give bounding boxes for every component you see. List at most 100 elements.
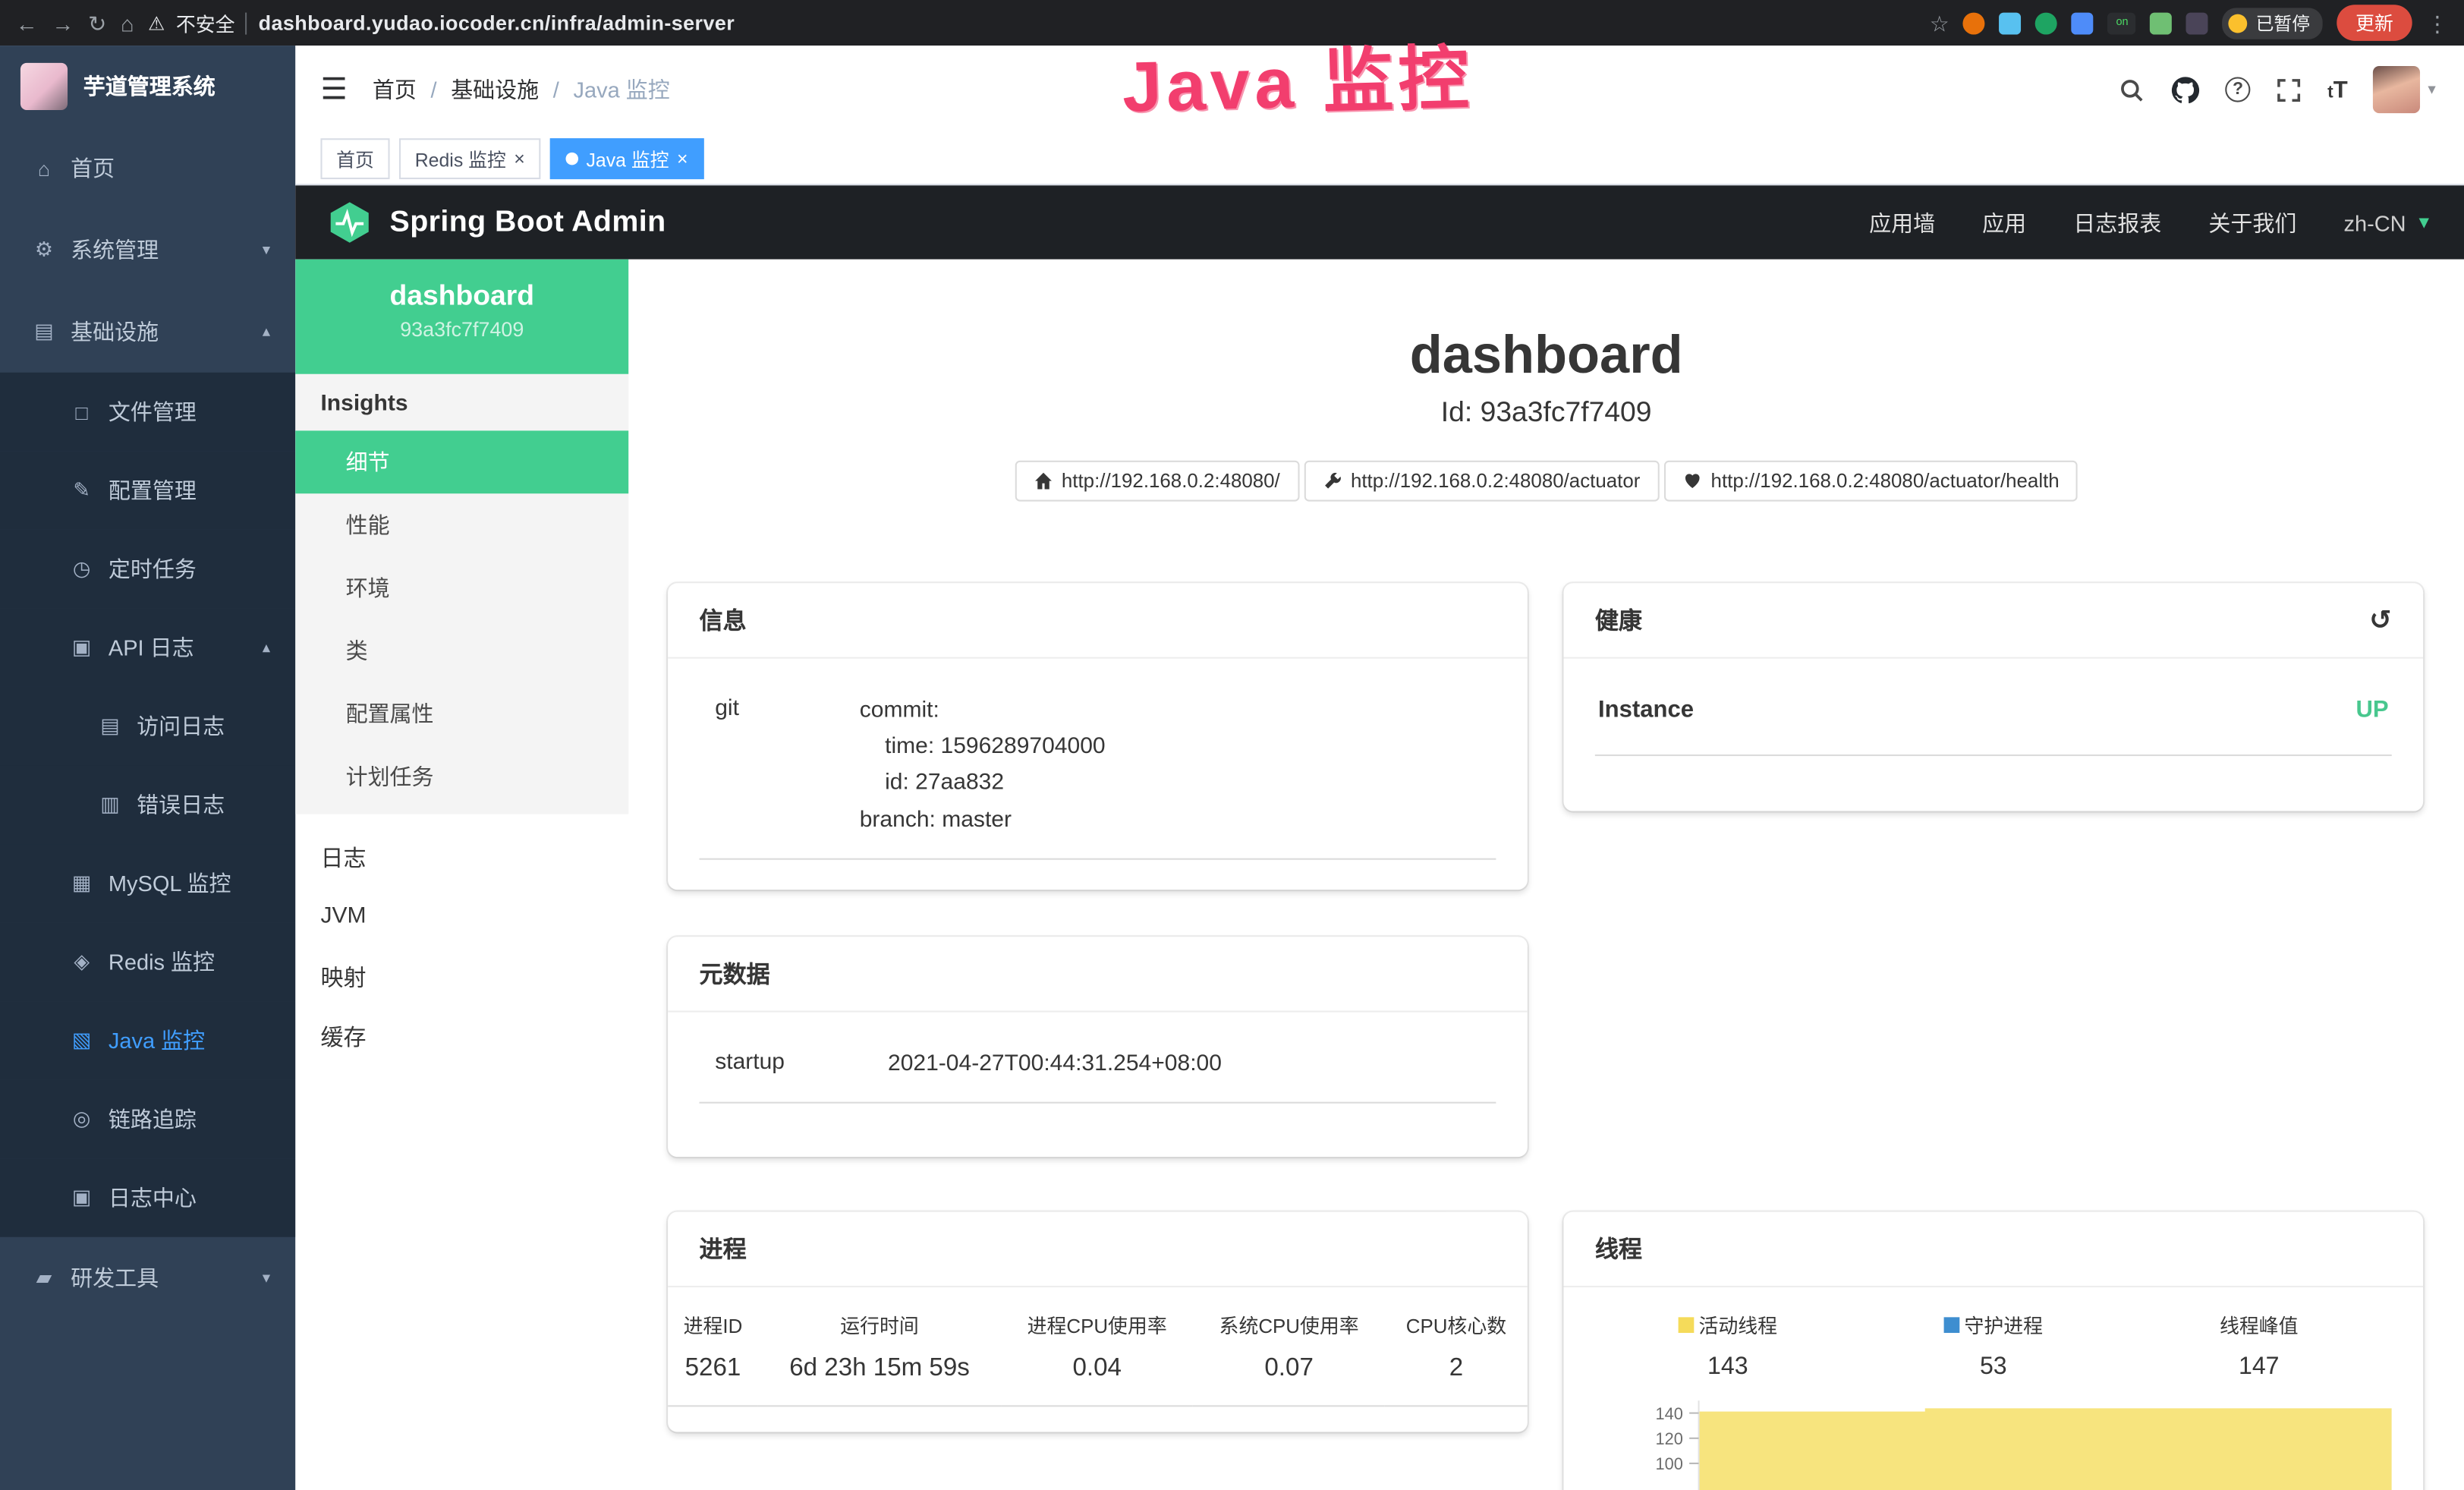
insights-item-classes[interactable]: 类 — [295, 619, 628, 682]
group-item-caches[interactable]: 缓存 — [295, 1006, 628, 1066]
sidebar-item-log-center[interactable]: ▣ 日志中心 — [0, 1158, 295, 1237]
java-icon: ▧ — [69, 1028, 94, 1053]
paused-badge[interactable]: 已暂停 — [2223, 7, 2322, 38]
browser-chrome: ← → ↻ ⌂ ⚠ 不安全 dashboard.yudao.iocoder.cn… — [0, 0, 2464, 46]
sba-brand[interactable]: Spring Boot Admin — [327, 200, 666, 245]
extension-on-icon[interactable]: on — [2108, 12, 2136, 34]
info-card-body: git commit: time: 1596289704000 id: 27aa… — [668, 659, 1528, 860]
menu-dots-icon[interactable]: ⋮ — [2426, 12, 2448, 34]
extension-icon[interactable] — [2186, 12, 2208, 34]
group-item-mappings[interactable]: 映射 — [295, 947, 628, 1006]
url-text[interactable]: dashboard.yudao.iocoder.cn/infra/admin-s… — [259, 11, 735, 34]
heart-icon — [1682, 471, 1701, 490]
forward-icon[interactable]: → — [52, 12, 74, 34]
breadcrumb-item[interactable]: 首页 — [373, 74, 417, 105]
sba-nav-journal[interactable]: 日志报表 — [2073, 206, 2161, 238]
sidebar-item-file-management[interactable]: □ 文件管理 — [0, 373, 295, 452]
tab-close-icon[interactable]: × — [677, 150, 688, 169]
tab-home[interactable]: 首页 — [320, 138, 389, 179]
fullscreen-icon[interactable] — [2276, 76, 2302, 102]
sidebar-item-api-log[interactable]: ▣ API 日志 ▴ — [0, 608, 295, 687]
sidebar-item-scheduled-tasks[interactable]: ◷ 定时任务 — [0, 530, 295, 609]
tab-redis-monitor[interactable]: Redis 监控 × — [399, 138, 540, 179]
extension-icon[interactable] — [2151, 12, 2173, 34]
extension-icon[interactable] — [2072, 12, 2094, 34]
help-icon[interactable]: ? — [2226, 77, 2251, 102]
search-icon[interactable] — [2119, 76, 2145, 102]
breadcrumb-item[interactable]: 基础设施 — [451, 74, 539, 105]
insights-item-details[interactable]: 细节 — [295, 430, 628, 493]
health-card: 健康 ↺ Instance UP — [1563, 583, 2423, 811]
bookmark-star-icon[interactable]: ☆ — [1930, 12, 1949, 34]
sidebar-item-mysql-monitor[interactable]: ▦ MySQL 监控 — [0, 844, 295, 923]
sidebar-item-access-log[interactable]: ▤ 访问日志 — [0, 687, 295, 766]
github-icon[interactable] — [2170, 74, 2200, 104]
tab-java-monitor[interactable]: Java 监控 × — [550, 138, 703, 179]
tab-close-icon[interactable]: × — [514, 150, 525, 169]
health-card-body: Instance UP — [1563, 659, 2423, 756]
address-bar[interactable]: ⚠ 不安全 dashboard.yudao.iocoder.cn/infra/a… — [148, 8, 1915, 37]
insights-item-environment[interactable]: 环境 — [295, 556, 628, 619]
font-size-icon[interactable]: tT — [2327, 76, 2348, 102]
sidebar-item-config-management[interactable]: ✎ 配置管理 — [0, 451, 295, 530]
sidebar-item-redis-monitor[interactable]: ◈ Redis 监控 — [0, 923, 295, 1002]
sidebar-item-java-monitor[interactable]: ▧ Java 监控 — [0, 1001, 295, 1080]
process-card-header: 进程 — [668, 1212, 1528, 1287]
extension-icon[interactable] — [2036, 12, 2058, 34]
threads-legend: 活动线程 143 守护进程 53 — [1595, 1309, 2392, 1381]
threads-card-body: 活动线程 143 守护进程 53 — [1563, 1287, 2423, 1490]
column-header: 运行时间 — [758, 1290, 1001, 1342]
user-menu[interactable]: ▾ — [2373, 66, 2436, 113]
instance-header[interactable]: dashboard 93a3fc7f7409 — [295, 260, 628, 374]
threads-card: 线程 活动线程 143 — [1563, 1212, 2423, 1490]
metadata-card: 元数据 startup 2021-04-27T00:44:31.254+08:0… — [668, 937, 1528, 1157]
sba-logo-icon — [327, 200, 373, 245]
process-uptime: 6d 23h 15m 59s — [758, 1343, 1001, 1407]
locale-selector[interactable]: zh-CN ▼ — [2343, 209, 2432, 235]
sidebar-item-label: 研发工具 — [71, 1262, 159, 1293]
column-header: CPU核心数 — [1385, 1290, 1528, 1342]
browser-home-icon[interactable]: ⌂ — [121, 12, 134, 34]
service-url-link[interactable]: http://192.168.0.2:48080/ — [1015, 461, 1299, 502]
sidebar-item-label: 首页 — [71, 153, 115, 184]
legend-label: 守护进程 — [1964, 1309, 2043, 1339]
sidebar-item-tracing[interactable]: ◎ 链路追踪 — [0, 1080, 295, 1159]
sidebar-item-error-log[interactable]: ▥ 错误日志 — [0, 765, 295, 844]
group-item-logs[interactable]: 日志 — [295, 827, 628, 887]
sidebar-item-system[interactable]: ⚙ 系统管理 ▾ — [0, 209, 295, 291]
wrench-icon — [1323, 471, 1342, 490]
active-tab-dot — [566, 153, 579, 165]
sidebar-groups: 日志 JVM 映射 缓存 — [295, 827, 628, 1066]
actuator-url-link[interactable]: http://192.168.0.2:48080/actuator — [1304, 461, 1659, 502]
infrastructure-icon: ▤ — [31, 319, 56, 344]
breadcrumb-item-current: Java 监控 — [573, 74, 669, 105]
sba-nav-wallboard[interactable]: 应用墙 — [1869, 206, 1935, 238]
sidebar-item-label: 系统管理 — [71, 235, 159, 266]
insights-item-config-props[interactable]: 配置属性 — [295, 682, 628, 745]
history-icon[interactable]: ↺ — [2369, 607, 2392, 634]
group-item-jvm[interactable]: JVM — [295, 887, 628, 947]
update-button[interactable]: 更新 — [2337, 5, 2412, 41]
back-icon[interactable]: ← — [16, 12, 38, 34]
hamburger-icon[interactable]: ☰ — [295, 71, 373, 108]
health-url-link[interactable]: http://192.168.0.2:48080/actuator/health — [1663, 461, 2078, 502]
reload-icon[interactable]: ↻ — [88, 12, 106, 34]
tab-label: Java 监控 — [587, 146, 669, 172]
extension-icon[interactable] — [2000, 12, 2022, 34]
breadcrumb-separator: / — [430, 77, 436, 102]
extension-icon[interactable] — [1963, 12, 1985, 34]
sba-nav-applications[interactable]: 应用 — [1982, 206, 2026, 238]
sba-nav-about[interactable]: 关于我们 — [2208, 206, 2296, 238]
insights-item-scheduled-tasks[interactable]: 计划任务 — [295, 745, 628, 808]
sidebar-item-infrastructure[interactable]: ▤ 基础设施 ▴ — [0, 291, 295, 373]
sidebar-item-dev-tools[interactable]: ▰ 研发工具 ▾ — [0, 1237, 295, 1319]
redis-icon: ◈ — [69, 950, 94, 975]
health-card-header: 健康 ↺ — [1563, 583, 2423, 658]
security-label[interactable]: 不安全 — [176, 8, 235, 37]
health-card-title: 健康 — [1595, 603, 1642, 636]
insights-item-metrics[interactable]: 性能 — [295, 493, 628, 556]
page-subtitle: Id: 93a3fc7f7409 — [628, 396, 2464, 429]
app-logo[interactable]: 芋道管理系统 — [0, 46, 295, 128]
sidebar-item-home[interactable]: ⌂ 首页 — [0, 128, 295, 209]
health-url-text: http://192.168.0.2:48080/actuator/health — [1711, 470, 2060, 492]
